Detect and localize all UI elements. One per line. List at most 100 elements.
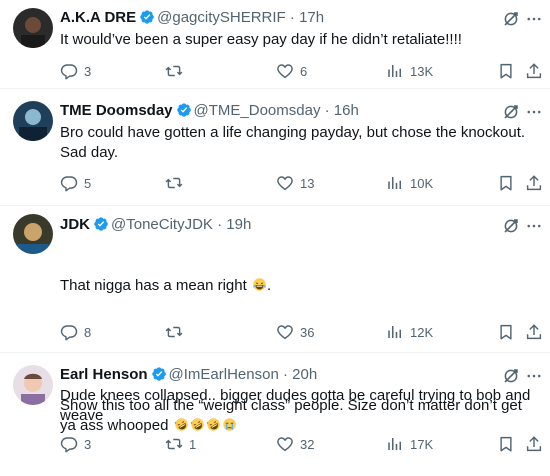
repost-icon [165,62,183,80]
like-button[interactable]: 32 [276,434,314,454]
share-button[interactable] [525,173,543,193]
view-count: 17K [410,436,434,452]
author-name[interactable]: TME Doomsday [60,102,173,119]
verified-badge-icon [176,102,192,118]
grok-icon[interactable] [502,10,520,28]
verified-badge-icon [139,9,155,25]
views-button[interactable]: 10K [386,173,433,193]
tweet[interactable]: TME Doomsday @TME_Doomsday · 16h Bro coul… [0,89,550,206]
bookmark-icon [497,62,515,80]
author-name[interactable]: JDK [60,216,90,233]
bookmark-icon [497,174,515,192]
tweet-header: JDK @ToneCityJDK · 19h [60,215,251,235]
reply-icon [60,435,78,453]
separator-dot: · [289,9,295,26]
bookmark-icon [497,323,515,341]
action-bar: 3 1 32 17K [60,434,545,454]
views-icon [386,323,404,341]
like-button[interactable]: 13 [276,173,314,193]
reply-button[interactable]: 5 [60,173,91,193]
avatar[interactable] [13,214,53,254]
reply-icon [60,323,78,341]
bookmark-button[interactable] [497,434,515,454]
reply-count: 3 [84,436,92,452]
reply-count: 5 [84,175,92,191]
reply-count: 8 [84,324,92,340]
views-button[interactable]: 13K [386,61,433,81]
author-handle[interactable]: @ImEarlHenson [169,366,279,383]
author-name[interactable]: A.K.A DRE [60,9,136,26]
like-button[interactable]: 6 [276,61,307,81]
verified-badge-icon [151,366,167,382]
separator-dot: · [217,216,223,233]
grok-icon[interactable] [502,217,520,235]
repost-icon [165,435,183,453]
repost-button[interactable] [165,322,189,342]
separator-dot: · [324,102,330,119]
bookmark-icon [497,435,515,453]
author-handle[interactable]: @gagcitySHERRIF [157,9,286,26]
more-options-icon[interactable] [525,103,543,121]
laughing-emoji-icon [252,277,267,292]
grok-icon[interactable] [502,367,520,385]
view-count: 13K [410,63,434,79]
reply-icon [60,62,78,80]
share-button[interactable] [525,61,543,81]
separator-dot: · [282,366,288,383]
more-options-icon[interactable] [525,217,543,235]
views-icon [386,174,404,192]
tweet[interactable]: JDK @ToneCityJDK · 19h That nigga has a m… [0,206,550,434]
avatar[interactable] [13,365,53,405]
tweet[interactable]: Earl Henson @ImEarlHenson · 20h Dude knee… [0,353,550,463]
tweet-time[interactable]: 17h [299,9,324,26]
action-bar: 8 36 12K [60,322,545,342]
like-icon [276,62,294,80]
tweet-text-line: That nigga has a mean right . [60,277,272,294]
avatar[interactable] [13,101,53,141]
reply-button[interactable]: 3 [60,434,91,454]
tweet-time[interactable]: 16h [334,102,359,119]
reply-button[interactable]: 3 [60,61,91,81]
action-bar: 3 6 13K [60,61,545,81]
like-icon [276,174,294,192]
share-icon [525,174,543,192]
like-count: 6 [300,63,308,79]
bookmark-button[interactable] [497,322,515,342]
avatar[interactable] [13,8,53,48]
views-button[interactable]: 17K [386,434,433,454]
repost-button[interactable] [165,61,189,81]
share-button[interactable] [525,322,543,342]
author-handle[interactable]: @ToneCityJDK [111,216,213,233]
tweet-header: Earl Henson @ImEarlHenson · 20h [60,365,317,385]
grok-icon[interactable] [502,103,520,121]
tweet-time[interactable]: 19h [226,216,251,233]
repost-button[interactable] [165,173,189,193]
tweet-text: It would’ve been a super easy pay day if… [60,31,462,48]
author-handle[interactable]: @TME_Doomsday [194,102,321,119]
bookmark-button[interactable] [497,173,515,193]
repost-count: 1 [189,436,197,452]
bookmark-button[interactable] [497,61,515,81]
author-name[interactable]: Earl Henson [60,366,148,383]
tweet-header: A.K.A DRE @gagcitySHERRIF · 17h [60,8,324,28]
tweet-text: Dude knees collapsed.. bigger dudes gott… [60,387,535,424]
like-icon [276,323,294,341]
action-bar: 5 13 10K [60,173,545,193]
tweet-header: TME Doomsday @TME_Doomsday · 16h [60,101,359,121]
tweet[interactable]: A.K.A DRE @gagcitySHERRIF · 17h It would’… [0,0,550,89]
share-icon [525,62,543,80]
more-options-icon[interactable] [525,367,543,385]
tweet-time[interactable]: 20h [292,366,317,383]
share-button[interactable] [525,434,543,454]
more-options-icon[interactable] [525,10,543,28]
like-button[interactable]: 36 [276,322,314,342]
views-icon [386,435,404,453]
views-button[interactable]: 12K [386,322,433,342]
reply-icon [60,174,78,192]
share-icon [525,323,543,341]
like-count: 36 [300,324,315,340]
reply-button[interactable]: 8 [60,322,91,342]
share-icon [525,435,543,453]
repost-button[interactable]: 1 [165,434,196,454]
repost-icon [165,174,183,192]
